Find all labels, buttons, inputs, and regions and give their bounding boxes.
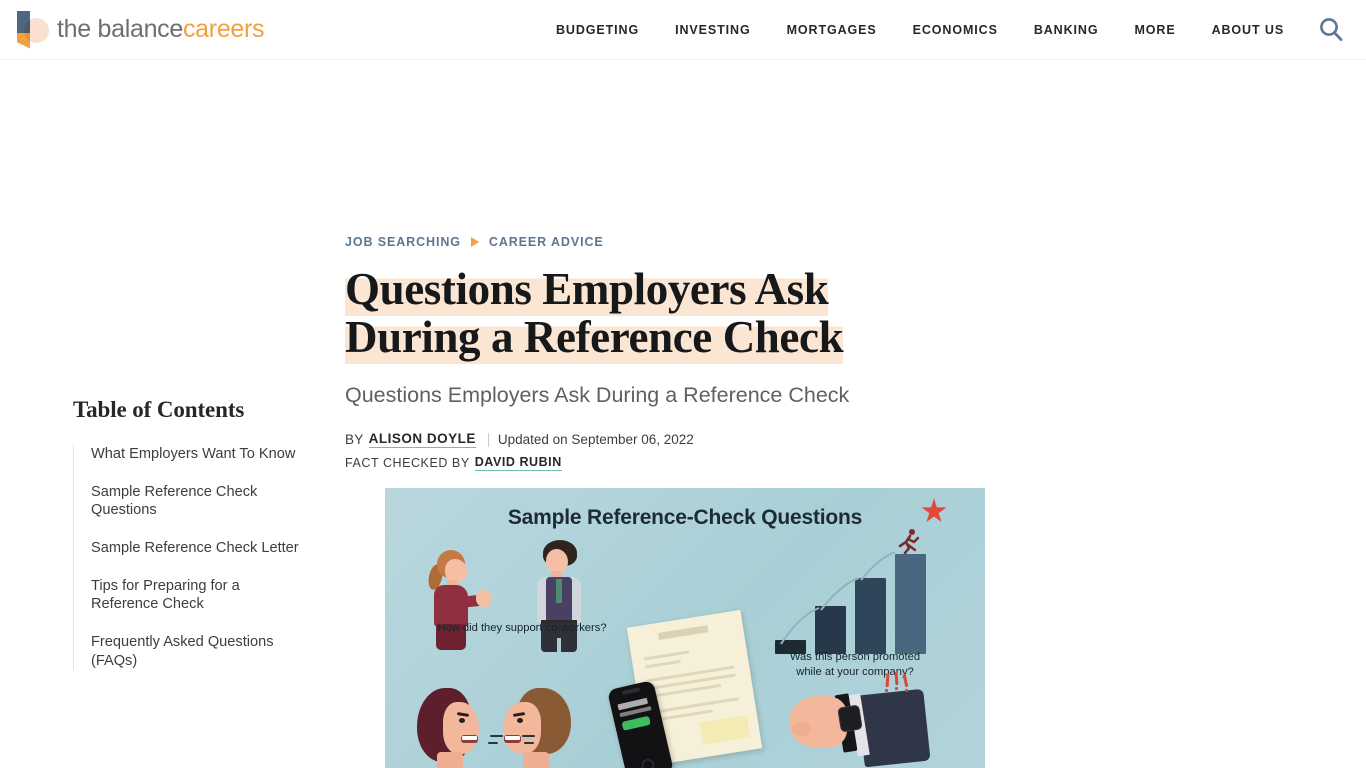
- search-button[interactable]: [1314, 13, 1348, 47]
- toc-item: Sample Reference Check Letter: [91, 539, 305, 558]
- toc-item: What Employers Want To Know: [91, 445, 305, 464]
- site-logo-link[interactable]: the balancecareers: [14, 7, 265, 53]
- table-of-contents: Table of Contents What Employers Want To…: [73, 397, 305, 671]
- breadcrumb-career-advice[interactable]: CAREER ADVICE: [489, 235, 604, 249]
- fact-check-label: FACT CHECKED BY: [345, 456, 470, 471]
- article: JOB SEARCHING CAREER ADVICE Questions Em…: [345, 60, 985, 768]
- page-title: Questions Employers Ask During a Referen…: [345, 264, 945, 364]
- arguing-woman-face-illustration: [417, 688, 489, 768]
- brand-the: the: [57, 15, 98, 43]
- toc-item: Tips for Preparing for a Reference Check: [91, 577, 305, 614]
- nav-investing[interactable]: INVESTING: [675, 23, 750, 37]
- breadcrumb-job-searching[interactable]: JOB SEARCHING: [345, 235, 461, 249]
- infographic-title: Sample Reference-Check Questions: [507, 506, 863, 530]
- toc-item: Sample Reference Check Questions: [91, 483, 305, 520]
- exclamation-icon: [885, 674, 890, 688]
- headline-line-1: Questions Employers Ask: [345, 264, 829, 316]
- nav-budgeting[interactable]: BUDGETING: [556, 23, 639, 37]
- fact-check-line: FACT CHECKED BY DAVID RUBIN: [345, 455, 945, 472]
- updated-date: Updated on September 06, 2022: [497, 432, 694, 448]
- toc-link-faqs[interactable]: Frequently Asked Questions (FAQs): [91, 633, 305, 670]
- running-person-icon: [898, 529, 920, 555]
- shout-line-icon: [524, 742, 534, 745]
- site-header: the balancecareers BUDGETING INVESTING M…: [0, 0, 1366, 60]
- headline-line-2: During a Reference Check: [345, 311, 844, 364]
- brand-careers: careers: [182, 15, 265, 43]
- nav-more[interactable]: MORE: [1134, 23, 1175, 37]
- nav-about-us[interactable]: ABOUT US: [1212, 23, 1284, 37]
- shout-line-icon: [522, 735, 535, 738]
- brand-wordmark: the balancecareers: [57, 15, 265, 43]
- toc-link-what-employers-want-to-know[interactable]: What Employers Want To Know: [91, 445, 305, 464]
- page-body: Table of Contents What Employers Want To…: [0, 60, 1366, 768]
- arguing-man-face-illustration: [497, 688, 571, 768]
- breadcrumb: JOB SEARCHING CAREER ADVICE: [345, 60, 945, 249]
- toc-list: What Employers Want To Know Sample Refer…: [73, 445, 305, 671]
- toc-link-tips-for-preparing[interactable]: Tips for Preparing for a Reference Check: [91, 577, 305, 614]
- byline: BY ALISON DOYLE Updated on September 06,…: [345, 431, 945, 449]
- shout-line-icon: [490, 735, 503, 738]
- byline-by-label: BY: [345, 432, 364, 448]
- infographic-caption-promoted: Was this person promoted while at your c…: [789, 651, 921, 679]
- infographic-caption-support: How did they support co-workers?: [437, 622, 607, 635]
- article-subtitle: Questions Employers Ask During a Referen…: [345, 383, 850, 408]
- brand-balance: balance: [97, 15, 184, 43]
- search-icon: [1320, 18, 1343, 42]
- triangle-right-icon: [470, 237, 479, 247]
- toc-title: Table of Contents: [73, 397, 245, 422]
- main-navigation: BUDGETING INVESTING MORTGAGES ECONOMICS …: [556, 0, 1284, 60]
- fact-checker-link[interactable]: DAVID RUBIN: [474, 455, 562, 472]
- author-link[interactable]: ALISON DOYLE: [368, 431, 476, 449]
- byline-divider: [487, 432, 489, 447]
- toc-link-sample-reference-check-letter[interactable]: Sample Reference Check Letter: [91, 539, 305, 558]
- nav-mortgages[interactable]: MORTGAGES: [787, 23, 877, 37]
- wrist-watch-illustration: [789, 672, 931, 768]
- article-infographic: Sample Reference-Check Questions How did…: [385, 488, 985, 768]
- toc-item: Frequently Asked Questions (FAQs): [91, 633, 305, 670]
- balance-logo-icon: [14, 9, 49, 51]
- nav-banking[interactable]: BANKING: [1034, 23, 1099, 37]
- nav-economics[interactable]: ECONOMICS: [913, 23, 998, 37]
- shout-line-icon: [488, 742, 498, 745]
- toc-link-sample-reference-check-questions[interactable]: Sample Reference Check Questions: [91, 483, 305, 520]
